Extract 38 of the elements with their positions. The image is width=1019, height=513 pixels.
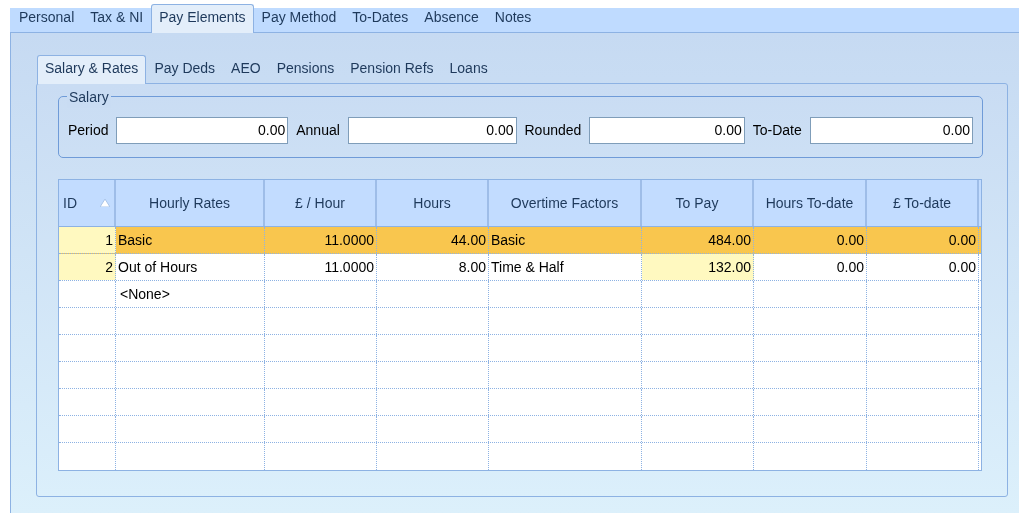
table-cell-text: 8.00 [458, 257, 486, 277]
tab[interactable]: AEO [223, 53, 269, 83]
tab[interactable]: Pay Elements [151, 4, 254, 33]
tab[interactable]: Pay Deds [146, 53, 224, 83]
input-field[interactable]: 0.00 [809, 116, 973, 144]
field-label: Annual [296, 120, 340, 140]
table-cell-text: Out of Hours [118, 257, 198, 277]
table-cell-text: Basic [491, 230, 526, 250]
table-cell-text: 0.00 [948, 230, 976, 250]
table-cell-text: 0.00 [836, 230, 864, 250]
tab[interactable]: Personal [11, 2, 83, 32]
table-cell-text: 11.0000 [324, 230, 374, 250]
input-field[interactable]: 0.00 [347, 116, 517, 144]
tab[interactable]: Loans [441, 53, 496, 83]
field-label: Rounded [524, 120, 582, 140]
table-cell-text: 44.00 [450, 230, 486, 250]
tab[interactable]: Pension Refs [342, 53, 442, 83]
tab[interactable]: Notes [486, 2, 540, 32]
tab[interactable]: Absence [416, 2, 487, 32]
table-cell-text: 1 [105, 230, 113, 250]
table-cell-text: <None> [120, 284, 170, 304]
tab[interactable]: To-Dates [344, 2, 417, 32]
field-label: Period [68, 120, 109, 140]
field-label: To-Date [752, 120, 802, 140]
table-cell-text: 132.00 [708, 257, 751, 277]
table-cell-text: Time & Half [491, 257, 564, 277]
table-cell-text: Basic [118, 230, 153, 250]
table-cell-text: 484.00 [708, 230, 751, 250]
input-field[interactable]: 0.00 [116, 116, 289, 144]
table-cell-text: 0.00 [948, 257, 976, 277]
tab[interactable]: Pay Method [253, 2, 345, 32]
table-cell-text: 11.0000 [324, 257, 374, 277]
tab[interactable]: Tax & NI [82, 2, 152, 32]
table-cell-text: 0.00 [836, 257, 864, 277]
tab[interactable]: Pensions [268, 53, 343, 83]
table-cell-text: 2 [105, 257, 113, 277]
input-field[interactable]: 0.00 [589, 116, 745, 144]
tab[interactable]: Salary & Rates [37, 55, 147, 84]
